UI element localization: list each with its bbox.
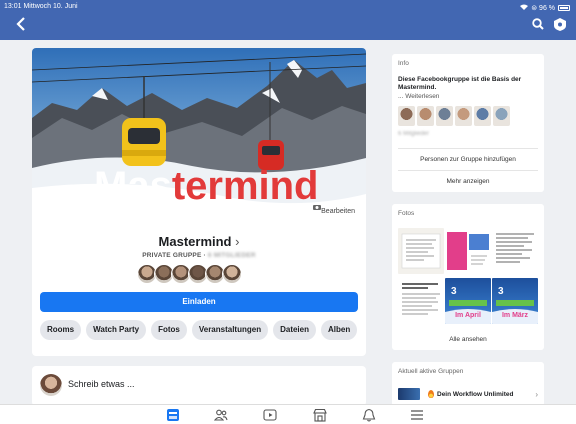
show-all-photos-button[interactable]: Alle ansehen xyxy=(392,336,544,343)
photo-thumbnail[interactable] xyxy=(398,228,444,274)
battery-icon xyxy=(558,5,570,11)
tab-veranstaltungen[interactable]: Veranstaltungen xyxy=(191,320,269,340)
member-thumbnail[interactable] xyxy=(455,106,472,126)
edit-cover-button[interactable]: Bearbeiten xyxy=(313,204,360,218)
active-groups-heading: Aktuell aktive Gruppen xyxy=(398,368,464,375)
photo-caption: Im März xyxy=(501,312,529,319)
member-avatar[interactable] xyxy=(222,264,242,284)
active-groups-card: Aktuell aktive Gruppen Dein Workflow Unl… xyxy=(392,362,544,406)
info-description: Diese Facebookgruppe ist die Basis der M… xyxy=(398,76,522,91)
marketplace-icon[interactable] xyxy=(313,408,327,422)
home-icon[interactable] xyxy=(166,408,180,422)
add-people-button[interactable]: Personen zur Gruppe hinzufügen xyxy=(392,156,544,163)
photos-card: Fotos 3 Im April 3 Im März Alle ansehen xyxy=(392,204,544,350)
photo-thumbnail[interactable] xyxy=(492,228,538,274)
info-card: Info Diese Facebookgruppe ist die Basis … xyxy=(392,54,544,192)
tab-fotos[interactable]: Fotos xyxy=(151,320,187,340)
member-thumbnail[interactable] xyxy=(436,106,453,126)
photo-thumbnail[interactable]: 3 Im April xyxy=(445,278,491,324)
tab-alben[interactable]: Alben xyxy=(321,320,358,340)
svg-text:3: 3 xyxy=(498,286,504,297)
member-avatars[interactable] xyxy=(137,264,242,284)
battery-percent: ⊜ 96 % xyxy=(531,5,555,12)
show-more-button[interactable]: Mehr anzeigen xyxy=(392,178,544,185)
active-group-name: Dein Workflow Unlimited xyxy=(437,390,514,398)
photo-thumbnail[interactable] xyxy=(398,278,444,324)
edit-cover-label: Bearbeiten xyxy=(321,207,355,215)
photo-caption: Im April xyxy=(455,312,481,319)
active-group-item[interactable]: Dein Workflow Unlimited xyxy=(428,390,513,398)
chevron-right-icon: › xyxy=(235,234,240,249)
member-thumbnail[interactable] xyxy=(474,106,491,126)
photos-heading: Fotos xyxy=(398,210,415,217)
status-bar: 13:01 Mittwoch 10. Juni ⊜ 96 % xyxy=(4,3,570,13)
invite-button[interactable]: Einladen xyxy=(40,292,358,312)
group-header-card: Mastermind Bearbeiten Mastermind › PRIVA… xyxy=(32,48,366,356)
flame-icon xyxy=(428,390,434,398)
divider xyxy=(398,170,538,171)
status-indicators: ⊜ 96 % xyxy=(520,3,570,13)
divider xyxy=(398,148,538,149)
back-button[interactable] xyxy=(16,17,28,33)
composer-prompt[interactable]: Schreib etwas ... xyxy=(68,379,135,389)
tab-watch-party[interactable]: Watch Party xyxy=(86,320,147,340)
members-count: 6 MITGLIEDER xyxy=(207,252,256,259)
member-thumbnail[interactable] xyxy=(493,106,510,126)
avatar xyxy=(40,374,62,396)
read-more-link[interactable]: ... Weiterlesen xyxy=(398,93,439,100)
bottom-tab-bar xyxy=(0,404,576,424)
group-thumbnail[interactable] xyxy=(398,388,420,400)
group-tabs: Rooms Watch Party Fotos Veranstaltungen … xyxy=(40,320,358,340)
info-heading: Info xyxy=(398,60,409,67)
cover-photo: Mastermind Bearbeiten xyxy=(32,48,366,224)
photo-thumbnail[interactable] xyxy=(445,228,491,274)
info-member-thumbs[interactable] xyxy=(398,106,510,126)
post-composer[interactable]: Schreib etwas ... xyxy=(32,366,366,406)
shield-gear-icon[interactable] xyxy=(554,18,566,31)
member-thumbnail[interactable] xyxy=(398,106,415,126)
people-icon[interactable] xyxy=(214,408,228,422)
photo-thumbnail[interactable]: 3 Im März xyxy=(492,278,538,324)
menu-icon[interactable] xyxy=(410,408,424,422)
bell-icon[interactable] xyxy=(362,408,376,422)
info-members-count: 6 Mitglieder xyxy=(398,131,430,137)
svg-text:3: 3 xyxy=(451,286,457,297)
tab-dateien[interactable]: Dateien xyxy=(273,320,316,340)
tab-rooms[interactable]: Rooms xyxy=(40,320,82,340)
header-actions xyxy=(532,18,566,31)
member-thumbnail[interactable] xyxy=(417,106,434,126)
cover-title: Mastermind xyxy=(94,164,319,208)
wifi-icon xyxy=(520,4,529,12)
chevron-right-icon[interactable]: › xyxy=(535,390,538,399)
watch-icon[interactable] xyxy=(263,408,277,422)
app-header: 13:01 Mittwoch 10. Juni ⊜ 96 % xyxy=(0,0,576,40)
search-icon[interactable] xyxy=(532,18,544,31)
group-meta: PRIVATE GRUPPE · 6 MITGLIEDER xyxy=(142,252,256,259)
group-name[interactable]: Mastermind › xyxy=(32,234,366,249)
status-time: 13:01 Mittwoch 10. Juni xyxy=(4,3,78,10)
